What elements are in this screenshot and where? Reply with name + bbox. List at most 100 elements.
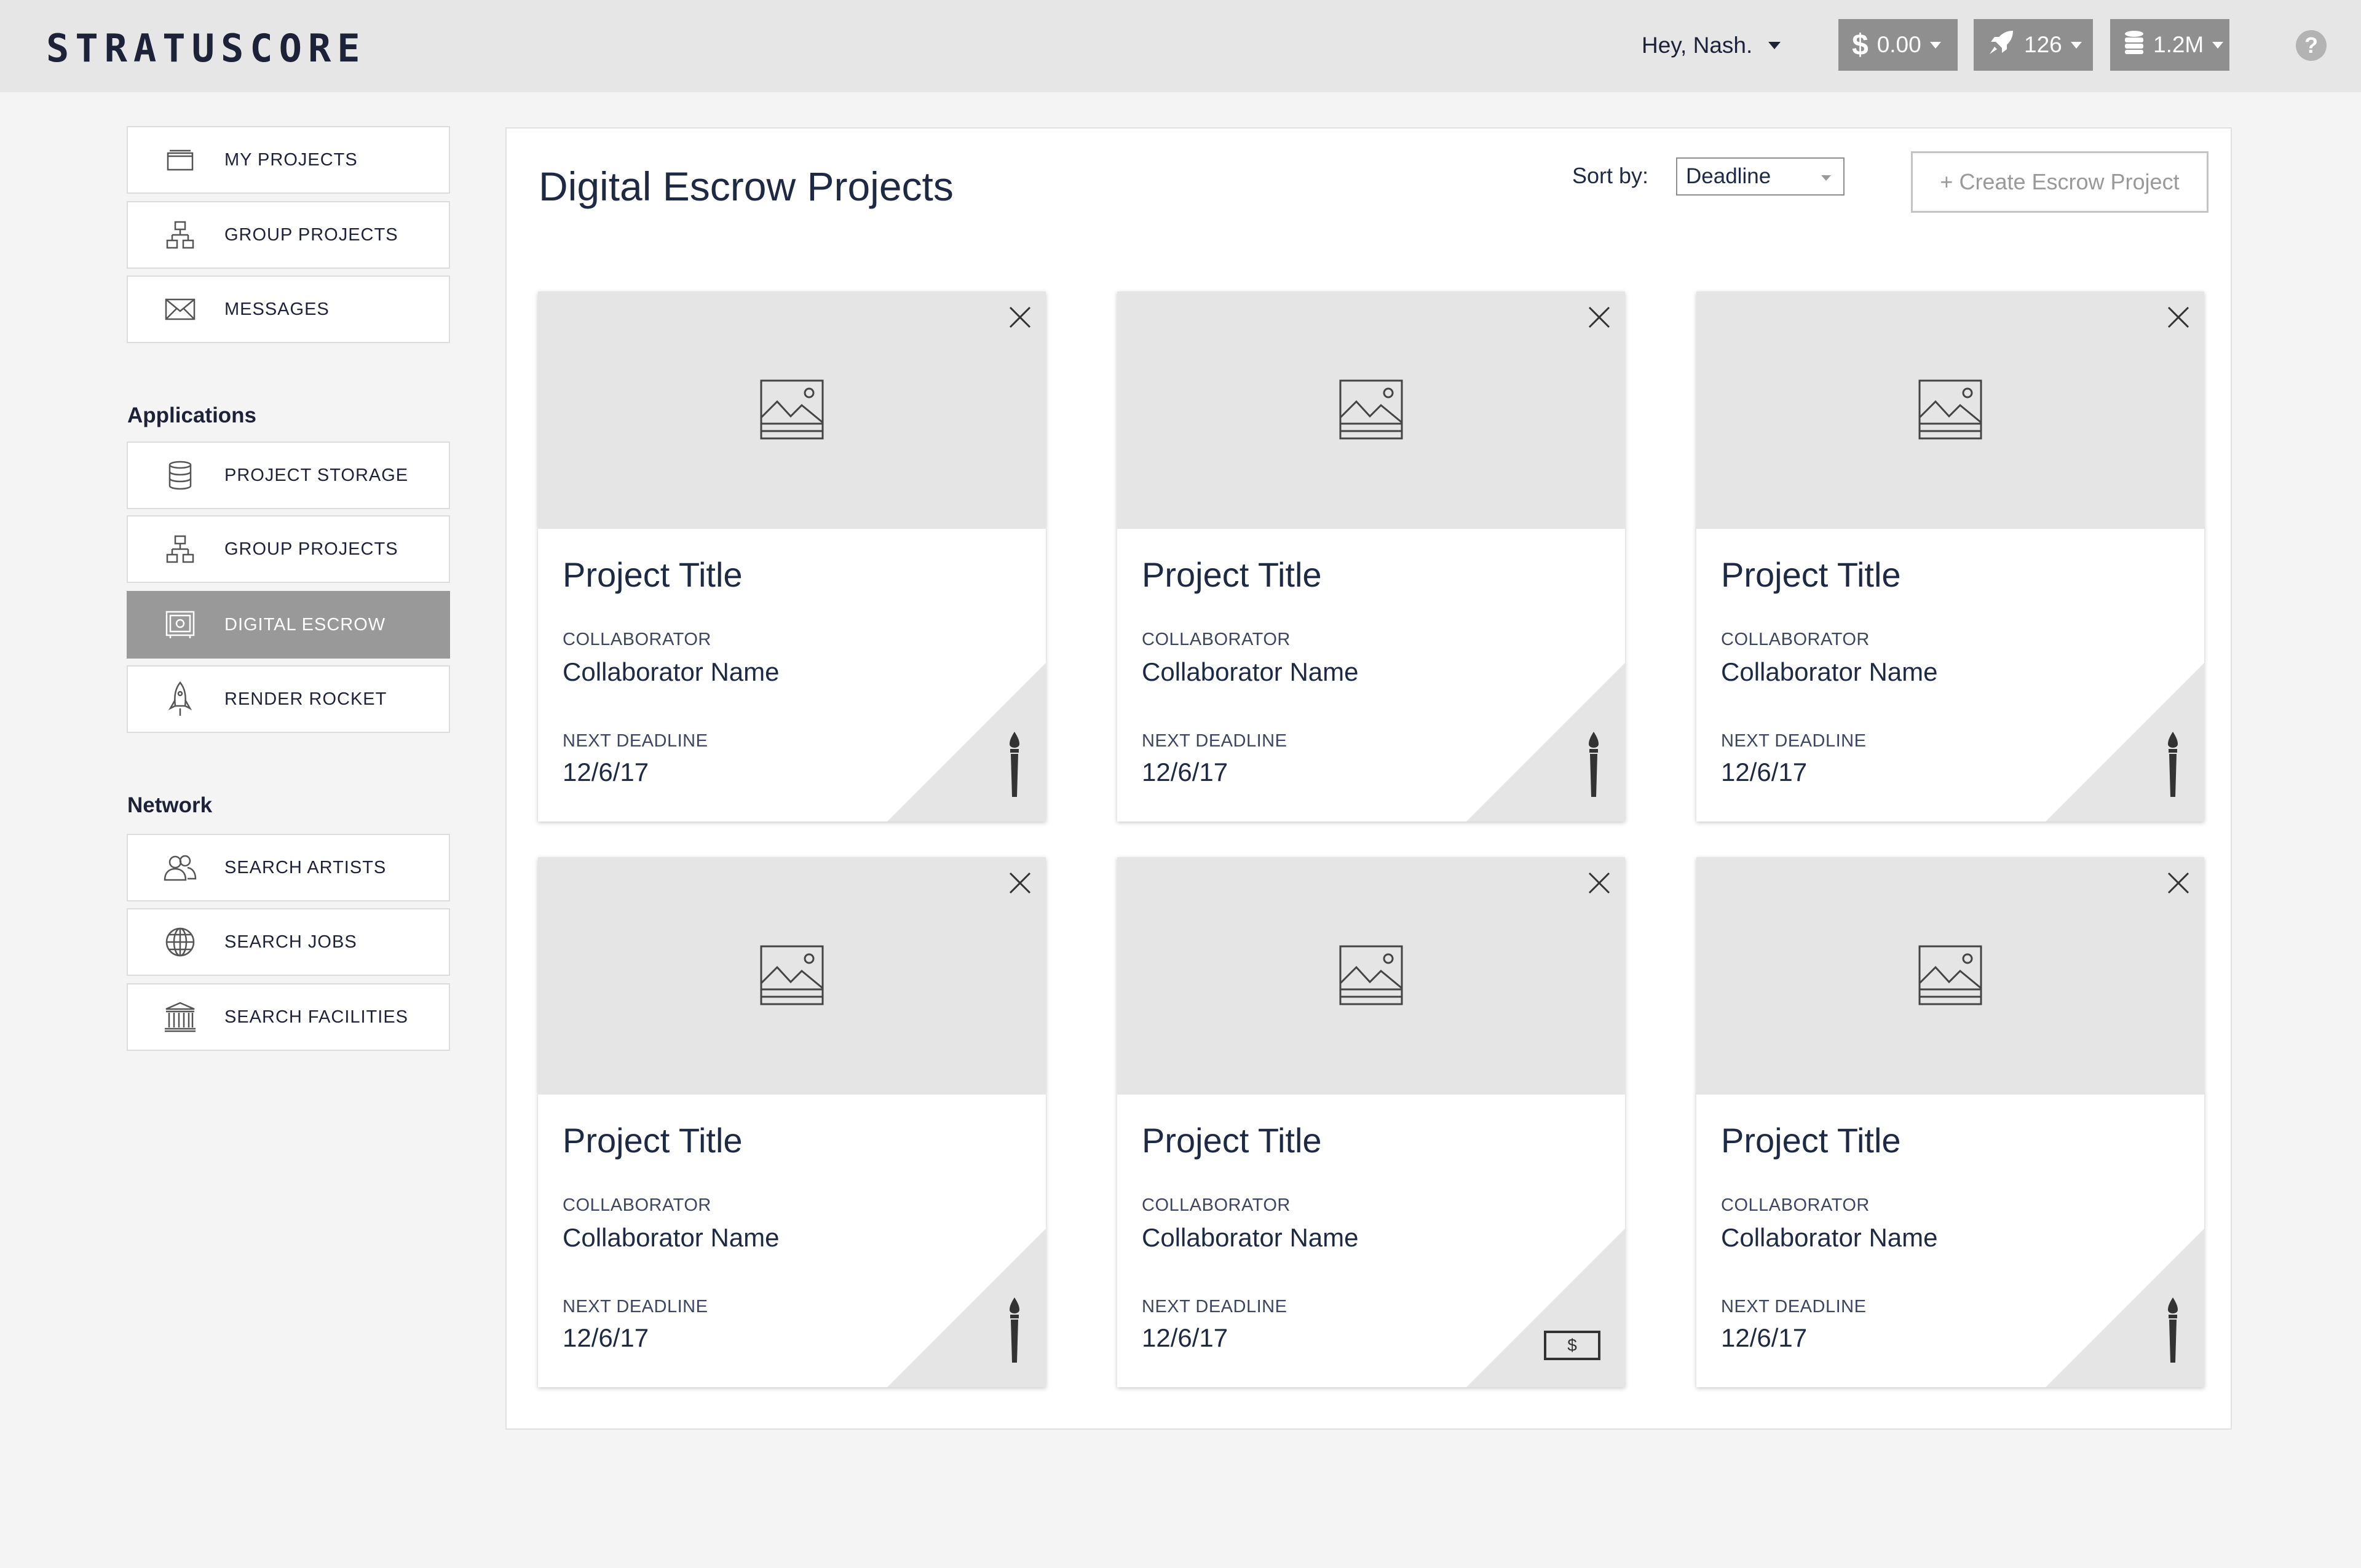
card-title: Project Title bbox=[1142, 1121, 1322, 1160]
project-thumbnail bbox=[1696, 857, 2204, 1095]
sidebar-item-label: DIGITAL ESCROW bbox=[224, 614, 386, 635]
folder-icon bbox=[159, 138, 202, 181]
collaborator-label: COLLABORATOR bbox=[563, 1195, 711, 1215]
sidebar-item-messages[interactable]: MESSAGES bbox=[127, 275, 450, 343]
deadline-label: NEXT DEADLINE bbox=[1721, 731, 1867, 751]
card-title: Project Title bbox=[1142, 555, 1322, 594]
chevron-down-icon bbox=[2212, 41, 2224, 49]
people-icon bbox=[159, 846, 202, 889]
collaborator-name: Collaborator Name bbox=[1142, 1223, 1359, 1252]
help-icon[interactable]: ? bbox=[2296, 30, 2327, 61]
applications-heading: Applications bbox=[127, 403, 257, 427]
deadline-label: NEXT DEADLINE bbox=[563, 731, 708, 751]
collaborator-name: Collaborator Name bbox=[1142, 657, 1359, 686]
database-icon bbox=[2124, 30, 2145, 60]
deadline-date: 12/6/17 bbox=[1721, 758, 1808, 786]
close-icon[interactable] bbox=[1584, 868, 1614, 898]
balance-dropdown[interactable]: $ 0.00 bbox=[1838, 19, 1958, 71]
image-placeholder-icon bbox=[1339, 379, 1403, 440]
collaborator-label: COLLABORATOR bbox=[1142, 1195, 1291, 1215]
sidebar-item-label: MY PROJECTS bbox=[224, 149, 358, 170]
chevron-down-icon bbox=[1768, 42, 1781, 49]
greeting-text: Hey, Nash. bbox=[1642, 33, 1753, 58]
project-thumbnail bbox=[1117, 857, 1625, 1095]
sidebar-item-label: PROJECT STORAGE bbox=[224, 465, 409, 485]
storage-dropdown[interactable]: 1.2M bbox=[2110, 19, 2229, 71]
sidebar-item-group-projects-app[interactable]: GROUP PROJECTS bbox=[127, 515, 450, 583]
page-title: Digital Escrow Projects bbox=[539, 164, 954, 209]
sidebar-item-search-jobs[interactable]: SEARCH JOBS bbox=[127, 908, 450, 976]
deadline-date: 12/6/17 bbox=[1142, 758, 1228, 786]
database-icon bbox=[159, 454, 202, 497]
create-escrow-project-button[interactable]: + Create Escrow Project bbox=[1911, 151, 2209, 213]
user-menu[interactable]: Hey, Nash. bbox=[1642, 30, 1781, 61]
project-card[interactable]: Project Title COLLABORATOR Collaborator … bbox=[1696, 291, 2204, 822]
collaborator-label: COLLABORATOR bbox=[1721, 630, 1870, 649]
globe-icon bbox=[159, 921, 202, 964]
deadline-date: 12/6/17 bbox=[563, 758, 649, 786]
project-thumbnail bbox=[1696, 291, 2204, 529]
deadline-label: NEXT DEADLINE bbox=[1721, 1297, 1867, 1317]
money-bill-text: $ bbox=[1544, 1331, 1600, 1360]
card-title: Project Title bbox=[563, 555, 743, 594]
collaborator-label: COLLABORATOR bbox=[1142, 630, 1291, 649]
chevron-down-icon bbox=[1821, 175, 1831, 181]
close-icon[interactable] bbox=[2164, 303, 2193, 332]
card-corner bbox=[1466, 663, 1625, 822]
sidebar-item-search-artists[interactable]: SEARCH ARTISTS bbox=[127, 834, 450, 901]
project-card[interactable]: Project Title COLLABORATOR Collaborator … bbox=[1696, 857, 2204, 1387]
safe-icon bbox=[159, 603, 202, 646]
sidebar-item-project-storage[interactable]: PROJECT STORAGE bbox=[127, 441, 450, 509]
close-icon[interactable] bbox=[1005, 868, 1035, 898]
sidebar-item-digital-escrow[interactable]: DIGITAL ESCROW bbox=[127, 591, 450, 659]
project-thumbnail bbox=[538, 291, 1046, 529]
card-corner bbox=[2046, 663, 2204, 822]
project-thumbnail bbox=[538, 857, 1046, 1095]
project-card[interactable]: Project Title COLLABORATOR Collaborator … bbox=[1117, 291, 1625, 822]
collaborator-label: COLLABORATOR bbox=[563, 630, 711, 649]
svg-text:STRATUSCORE: STRATUSCORE bbox=[46, 31, 366, 64]
balance-value: 0.00 bbox=[1877, 32, 1921, 57]
sidebar-item-label: GROUP PROJECTS bbox=[224, 224, 398, 245]
hierarchy-icon bbox=[159, 213, 202, 256]
rockets-dropdown[interactable]: 126 bbox=[1974, 19, 2093, 71]
rocket-icon bbox=[1987, 28, 2015, 62]
stratuscore-logo[interactable]: STRATUSCORE bbox=[46, 26, 415, 71]
sidebar-item-search-facilities[interactable]: SEARCH FACILITIES bbox=[127, 983, 450, 1051]
sidebar-item-label: MESSAGES bbox=[224, 299, 330, 319]
image-placeholder-icon bbox=[760, 945, 824, 1005]
deadline-date: 12/6/17 bbox=[1142, 1323, 1228, 1352]
project-thumbnail bbox=[1117, 291, 1625, 529]
card-corner bbox=[887, 663, 1046, 822]
hierarchy-icon bbox=[159, 528, 202, 571]
sidebar-item-my-projects[interactable]: MY PROJECTS bbox=[127, 126, 450, 194]
chevron-down-icon bbox=[1929, 41, 1941, 49]
sidebar-item-label: SEARCH JOBS bbox=[224, 932, 357, 952]
project-card[interactable]: Project Title COLLABORATOR Collaborator … bbox=[1117, 857, 1625, 1387]
rocket-icon bbox=[159, 678, 202, 721]
chevron-down-icon bbox=[2070, 41, 2082, 49]
sort-value: Deadline bbox=[1686, 164, 1771, 188]
collaborator-label: COLLABORATOR bbox=[1721, 1195, 1870, 1215]
card-title: Project Title bbox=[1721, 1121, 1901, 1160]
project-card[interactable]: Project Title COLLABORATOR Collaborator … bbox=[538, 857, 1046, 1387]
deadline-label: NEXT DEADLINE bbox=[1142, 1297, 1287, 1317]
building-icon bbox=[159, 996, 202, 1039]
sidebar-item-group-projects[interactable]: GROUP PROJECTS bbox=[127, 201, 450, 269]
close-icon[interactable] bbox=[2164, 868, 2193, 898]
network-heading: Network bbox=[127, 793, 213, 817]
project-card[interactable]: Project Title COLLABORATOR Collaborator … bbox=[538, 291, 1046, 822]
close-icon[interactable] bbox=[1005, 303, 1035, 332]
card-title: Project Title bbox=[563, 1121, 743, 1160]
sort-select[interactable]: Deadline bbox=[1676, 157, 1845, 196]
collaborator-name: Collaborator Name bbox=[1721, 1223, 1938, 1252]
rockets-value: 126 bbox=[2024, 32, 2062, 57]
sidebar-item-label: GROUP PROJECTS bbox=[224, 539, 398, 559]
collaborator-name: Collaborator Name bbox=[1721, 657, 1938, 686]
envelope-icon bbox=[159, 288, 202, 331]
close-icon[interactable] bbox=[1584, 303, 1614, 332]
storage-value: 1.2M bbox=[2153, 32, 2204, 57]
deadline-label: NEXT DEADLINE bbox=[1142, 731, 1287, 751]
sidebar-item-render-rocket[interactable]: RENDER ROCKET bbox=[127, 665, 450, 733]
deadline-date: 12/6/17 bbox=[563, 1323, 649, 1352]
